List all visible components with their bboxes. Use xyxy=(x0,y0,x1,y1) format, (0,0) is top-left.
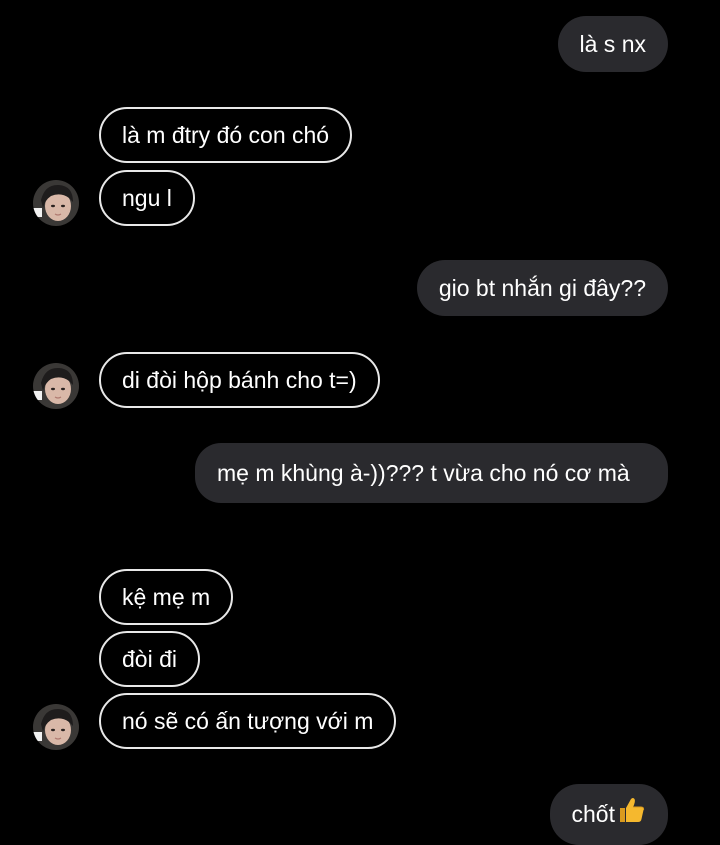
sender-avatar[interactable] xyxy=(33,180,79,226)
incoming-message[interactable]: di đòi hộp bánh cho t=) xyxy=(99,352,380,408)
avatar-photo xyxy=(33,704,79,750)
message-text: kệ mẹ m xyxy=(122,584,211,610)
sender-avatar[interactable] xyxy=(33,363,79,409)
outgoing-message[interactable]: là s nx xyxy=(557,16,668,72)
incoming-message[interactable]: nó sẽ có ấn tượng với m xyxy=(99,693,397,749)
sender-avatar[interactable] xyxy=(33,704,79,750)
outgoing-message[interactable]: gio bt nhắn gi đây?? xyxy=(416,260,668,316)
outgoing-message[interactable]: mẹ m khùng à-))??? t vừa cho nó cơ mà xyxy=(195,443,668,503)
incoming-message[interactable]: ngu l xyxy=(99,170,195,226)
chat-thread: là s nx là m đtry đó con chó ngu l gio b… xyxy=(0,0,720,845)
avatar-photo xyxy=(33,180,79,226)
message-text: nó sẽ có ấn tượng với m xyxy=(122,708,374,734)
avatar-photo xyxy=(33,363,79,409)
incoming-message[interactable]: đòi đi xyxy=(99,631,200,687)
message-text: là s nx xyxy=(579,31,646,57)
incoming-message[interactable]: kệ mẹ m xyxy=(99,569,234,625)
message-text: ngu l xyxy=(122,185,172,211)
incoming-message[interactable]: là m đtry đó con chó xyxy=(99,107,353,163)
message-text: đòi đi xyxy=(122,646,177,672)
message-text: là m đtry đó con chó xyxy=(122,122,330,148)
message-text: chốt xyxy=(571,801,615,827)
message-text: di đòi hộp bánh cho t=) xyxy=(122,367,357,393)
outgoing-message[interactable]: chốt xyxy=(549,784,668,845)
message-text: gio bt nhắn gi đây?? xyxy=(438,275,646,301)
thumbs-up-icon xyxy=(616,795,646,834)
message-text: mẹ m khùng à-))??? t vừa cho nó cơ mà xyxy=(217,460,630,486)
